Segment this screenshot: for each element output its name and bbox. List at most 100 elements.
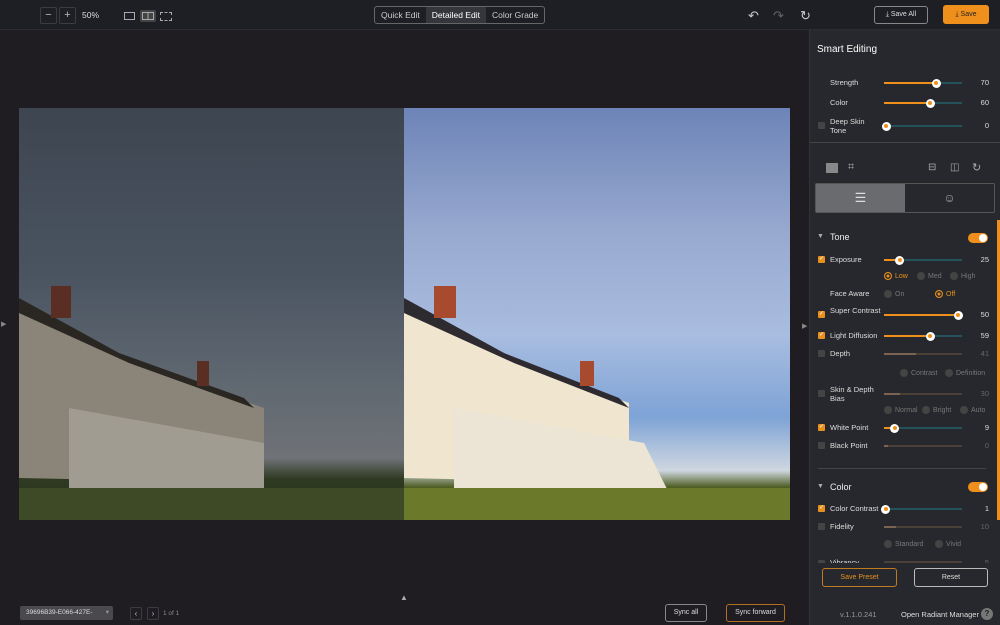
split-view-icon[interactable] (140, 10, 156, 22)
color-collapse-icon[interactable]: ▼ (817, 483, 824, 490)
tone-depth-slider[interactable] (884, 353, 962, 355)
smart-strength-value: 70 (980, 78, 989, 87)
save-all-button[interactable]: ⤓ Save All (874, 6, 928, 24)
tone-light-diffusion-slider[interactable] (884, 331, 962, 341)
radio-standard[interactable]: Standard (884, 540, 923, 548)
undo-icon[interactable]: ↶ (748, 8, 759, 24)
open-radiant-manager-link[interactable]: Open Radiant Manager (901, 610, 979, 619)
tone-exposure-slider[interactable] (884, 255, 962, 265)
compare-view-icon[interactable] (160, 12, 172, 21)
radio-vivid[interactable]: Vivid (935, 540, 961, 548)
slider-knob[interactable] (881, 121, 891, 131)
slider-knob[interactable] (931, 78, 941, 88)
radio-circle-icon (917, 272, 925, 280)
page-indicator: 1 of 1 (163, 610, 180, 617)
radio-bright[interactable]: Bright (922, 406, 951, 414)
tone-skin-depth-label: Skin & Depth Bias (830, 385, 874, 403)
next-image-button[interactable]: › (147, 607, 159, 620)
tone-super-contrast-slider[interactable] (884, 310, 963, 320)
color-fidelity-slider[interactable] (884, 526, 962, 528)
adjustments-tab-sliders-icon[interactable]: ☰ (816, 184, 905, 212)
smart-strength-slider[interactable] (884, 78, 962, 88)
sync-all-button[interactable]: Sync all (665, 604, 707, 622)
color-color-contrast-slider[interactable] (881, 504, 962, 514)
color-fidelity-label: Fidelity (830, 522, 854, 531)
slider-knob[interactable] (925, 331, 935, 341)
portrait-tab-face-icon[interactable]: ☺ (905, 184, 994, 212)
radio-normal[interactable]: Normal (884, 406, 918, 414)
prev-image-button[interactable]: ‹ (130, 607, 142, 620)
slider-fill (884, 335, 931, 337)
tone-light-diffusion-checkbox[interactable] (818, 331, 825, 339)
slider-knob[interactable] (895, 255, 905, 265)
tone-skin-depth-checkbox[interactable] (818, 390, 825, 397)
vibrancy-label: Vibrancy (830, 558, 860, 563)
left-panel-expand-icon[interactable]: ▶ (1, 320, 6, 328)
original-photo (19, 108, 404, 520)
flip-horizontal-icon[interactable]: ◫ (950, 162, 959, 173)
house-original (19, 286, 404, 520)
image-icon[interactable] (826, 163, 838, 173)
filmstrip-toggle-icon[interactable]: ▲ (400, 593, 408, 602)
radio-low[interactable]: Low (884, 272, 908, 280)
zoom-in-button[interactable]: + (59, 7, 76, 24)
right-panel-collapse-icon[interactable]: ▶ (802, 322, 807, 330)
slider-knob[interactable] (953, 310, 963, 320)
tone-white-point-slider[interactable] (884, 423, 962, 433)
tab-color-grade[interactable]: Color Grade (486, 7, 544, 23)
tone-white-point-checkbox[interactable] (818, 423, 825, 431)
tone-skin-depth-value: 30 (980, 389, 989, 398)
vibrancy-checkbox[interactable] (818, 560, 825, 563)
smart-color-slider[interactable] (884, 98, 962, 108)
radio-med[interactable]: Med (917, 272, 942, 280)
redo-icon[interactable]: ↷ (773, 8, 784, 24)
radio-off[interactable]: Off (935, 290, 955, 298)
radio-high[interactable]: High (950, 272, 975, 280)
sync-forward-button[interactable]: Sync forward (726, 604, 785, 622)
color-color-contrast-label: Color Contrast (830, 504, 879, 513)
slider-knob[interactable] (881, 504, 891, 514)
tone-depth-checkbox[interactable] (818, 350, 825, 357)
tone-white-point-value: 9 (984, 423, 989, 432)
radio-on[interactable]: On (884, 290, 904, 298)
tone-collapse-icon[interactable]: ▼ (817, 233, 824, 240)
slider-knob[interactable] (890, 423, 900, 433)
slider-knob[interactable] (925, 98, 935, 108)
help-icon[interactable]: ? (981, 608, 993, 620)
radio-contrast[interactable]: Contrast (900, 369, 937, 377)
radio-auto[interactable]: Auto (960, 406, 985, 414)
smart-editing-title: Smart Editing (817, 44, 878, 55)
tone-depth-value: 41 (980, 349, 989, 358)
tone-black-point-checkbox[interactable] (818, 442, 825, 449)
tab-detailed-edit[interactable]: Detailed Edit (425, 7, 486, 23)
smart-color-label: Color (830, 98, 848, 107)
reset-button[interactable]: Reset (914, 568, 988, 587)
color-toggle[interactable] (968, 482, 988, 492)
smart-deep-skin-checkbox[interactable] (818, 122, 825, 129)
radio-circle-icon (950, 272, 958, 280)
tone-exposure-checkbox[interactable] (818, 255, 825, 263)
radio-circle-icon (945, 369, 953, 377)
tone-skin-depth-slider[interactable] (884, 393, 962, 395)
tone-toggle[interactable] (968, 233, 988, 243)
zoom-out-button[interactable]: − (40, 7, 57, 24)
single-view-icon[interactable] (124, 12, 135, 20)
flip-vertical-icon[interactable]: ⊟ (928, 162, 936, 173)
color-fidelity-checkbox[interactable] (818, 523, 825, 530)
tab-quick-edit[interactable]: Quick Edit (375, 7, 426, 23)
tone-black-point-slider[interactable] (884, 445, 962, 447)
save-button[interactable]: ⤓ Save (943, 5, 989, 24)
smart-deep-skin-slider[interactable] (881, 121, 962, 131)
save-preset-button[interactable]: Save Preset (822, 568, 897, 587)
radio-circle-icon (935, 540, 943, 548)
radio-definition[interactable]: Definition (945, 369, 985, 377)
tone-super-contrast-label: Super Contrast (830, 306, 881, 315)
file-select[interactable]: 39696B39-E066-427E- ▾ (20, 606, 113, 620)
reset-icon[interactable]: ↻ (800, 8, 811, 24)
tone-super-contrast-checkbox[interactable] (818, 310, 825, 318)
color-color-contrast-checkbox[interactable] (818, 504, 825, 512)
crop-icon[interactable]: ⌗ (848, 161, 854, 174)
rotate-icon[interactable]: ↻ (972, 161, 981, 174)
vibrancy-slider[interactable] (884, 561, 962, 563)
top-toolbar: − + 50% Quick Edit Detailed Edit Color G… (0, 0, 1000, 30)
